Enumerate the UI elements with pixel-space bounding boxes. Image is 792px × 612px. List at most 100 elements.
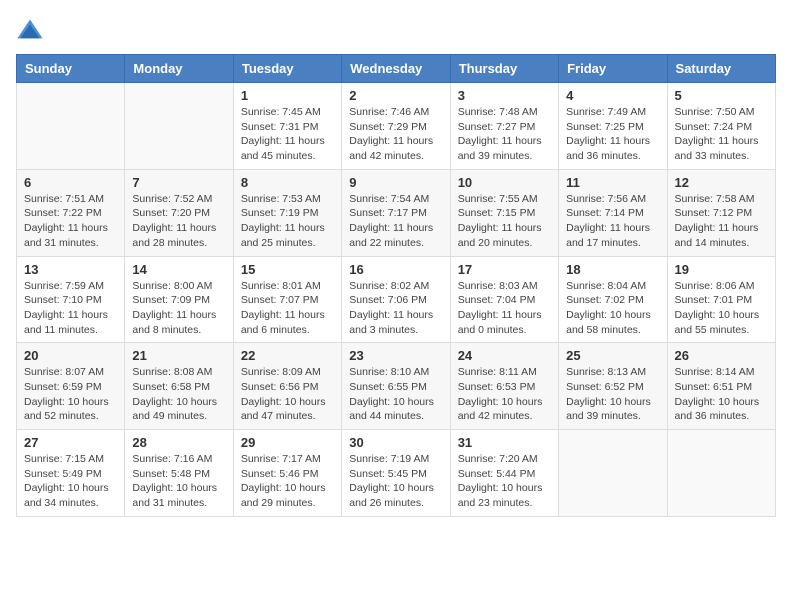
day-cell: 21 Sunrise: 8:08 AM Sunset: 6:58 PM Dayli… — [125, 343, 233, 430]
logo-icon — [16, 16, 44, 44]
day-number: 21 — [132, 348, 225, 363]
day-number: 27 — [24, 435, 117, 450]
day-info: Sunrise: 8:11 AM Sunset: 6:53 PM Dayligh… — [458, 365, 551, 424]
day-cell: 23 Sunrise: 8:10 AM Sunset: 6:55 PM Dayli… — [342, 343, 450, 430]
day-number: 15 — [241, 262, 334, 277]
day-info: Sunrise: 8:13 AM Sunset: 6:52 PM Dayligh… — [566, 365, 659, 424]
calendar-header: SundayMondayTuesdayWednesdayThursdayFrid… — [17, 55, 776, 83]
day-info: Sunrise: 7:53 AM Sunset: 7:19 PM Dayligh… — [241, 192, 334, 251]
header-cell-wednesday: Wednesday — [342, 55, 450, 83]
header-row: SundayMondayTuesdayWednesdayThursdayFrid… — [17, 55, 776, 83]
day-number: 7 — [132, 175, 225, 190]
day-number: 1 — [241, 88, 334, 103]
week-row-3: 13 Sunrise: 7:59 AM Sunset: 7:10 PM Dayli… — [17, 256, 776, 343]
day-cell: 3Sunrise: 7:48 AM Sunset: 7:27 PM Daylig… — [450, 83, 558, 170]
day-number: 2 — [349, 88, 442, 103]
day-cell: 20Sunrise: 8:07 AM Sunset: 6:59 PM Dayli… — [17, 343, 125, 430]
day-cell: 12Sunrise: 7:58 AM Sunset: 7:12 PM Dayli… — [667, 169, 775, 256]
day-cell: 24 Sunrise: 8:11 AM Sunset: 6:53 PM Dayli… — [450, 343, 558, 430]
day-number: 16 — [349, 262, 442, 277]
day-number: 22 — [241, 348, 334, 363]
day-cell: 25 Sunrise: 8:13 AM Sunset: 6:52 PM Dayli… — [559, 343, 667, 430]
day-number: 23 — [349, 348, 442, 363]
day-number: 18 — [566, 262, 659, 277]
day-number: 13 — [24, 262, 117, 277]
day-info: Sunrise: 8:01 AM Sunset: 7:07 PM Dayligh… — [241, 279, 334, 338]
day-number: 30 — [349, 435, 442, 450]
day-number: 17 — [458, 262, 551, 277]
day-cell: 18 Sunrise: 8:04 AM Sunset: 7:02 PM Dayli… — [559, 256, 667, 343]
day-info: Sunrise: 7:54 AM Sunset: 7:17 PM Dayligh… — [349, 192, 442, 251]
day-cell — [125, 83, 233, 170]
day-info: Sunrise: 7:51 AM Sunset: 7:22 PM Dayligh… — [24, 192, 117, 251]
day-info: Sunrise: 8:03 AM Sunset: 7:04 PM Dayligh… — [458, 279, 551, 338]
header-cell-saturday: Saturday — [667, 55, 775, 83]
day-info: Sunrise: 8:10 AM Sunset: 6:55 PM Dayligh… — [349, 365, 442, 424]
week-row-1: 1 Sunrise: 7:45 AM Sunset: 7:31 PM Daylig… — [17, 83, 776, 170]
day-number: 5 — [675, 88, 768, 103]
day-number: 4 — [566, 88, 659, 103]
week-row-5: 27 Sunrise: 7:15 AM Sunset: 5:49 PM Dayli… — [17, 430, 776, 517]
day-info: Sunrise: 7:59 AM Sunset: 7:10 PM Dayligh… — [24, 279, 117, 338]
day-cell — [667, 430, 775, 517]
day-info: Sunrise: 8:04 AM Sunset: 7:02 PM Dayligh… — [566, 279, 659, 338]
day-cell: 22Sunrise: 8:09 AM Sunset: 6:56 PM Dayli… — [233, 343, 341, 430]
day-cell: 19 Sunrise: 8:06 AM Sunset: 7:01 PM Dayli… — [667, 256, 775, 343]
day-number: 25 — [566, 348, 659, 363]
header-cell-tuesday: Tuesday — [233, 55, 341, 83]
day-number: 26 — [675, 348, 768, 363]
day-number: 31 — [458, 435, 551, 450]
day-info: Sunrise: 7:46 AM Sunset: 7:29 PM Dayligh… — [349, 105, 442, 164]
day-info: Sunrise: 7:15 AM Sunset: 5:49 PM Dayligh… — [24, 452, 117, 511]
day-cell: 7 Sunrise: 7:52 AM Sunset: 7:20 PM Daylig… — [125, 169, 233, 256]
day-cell: 16Sunrise: 8:02 AM Sunset: 7:06 PM Dayli… — [342, 256, 450, 343]
day-cell: 5 Sunrise: 7:50 AM Sunset: 7:24 PM Daylig… — [667, 83, 775, 170]
header-cell-monday: Monday — [125, 55, 233, 83]
day-number: 12 — [675, 175, 768, 190]
day-number: 8 — [241, 175, 334, 190]
day-number: 19 — [675, 262, 768, 277]
day-cell: 13 Sunrise: 7:59 AM Sunset: 7:10 PM Dayli… — [17, 256, 125, 343]
day-info: Sunrise: 8:07 AM Sunset: 6:59 PM Dayligh… — [24, 365, 117, 424]
day-number: 11 — [566, 175, 659, 190]
day-info: Sunrise: 8:00 AM Sunset: 7:09 PM Dayligh… — [132, 279, 225, 338]
day-cell: 14 Sunrise: 8:00 AM Sunset: 7:09 PM Dayli… — [125, 256, 233, 343]
day-info: Sunrise: 7:52 AM Sunset: 7:20 PM Dayligh… — [132, 192, 225, 251]
day-number: 10 — [458, 175, 551, 190]
day-cell: 26Sunrise: 8:14 AM Sunset: 6:51 PM Dayli… — [667, 343, 775, 430]
day-info: Sunrise: 7:50 AM Sunset: 7:24 PM Dayligh… — [675, 105, 768, 164]
day-number: 24 — [458, 348, 551, 363]
header-cell-friday: Friday — [559, 55, 667, 83]
day-cell: 28Sunrise: 7:16 AM Sunset: 5:48 PM Dayli… — [125, 430, 233, 517]
day-number: 29 — [241, 435, 334, 450]
day-number: 14 — [132, 262, 225, 277]
day-cell: 6 Sunrise: 7:51 AM Sunset: 7:22 PM Daylig… — [17, 169, 125, 256]
header-cell-sunday: Sunday — [17, 55, 125, 83]
day-cell: 9Sunrise: 7:54 AM Sunset: 7:17 PM Daylig… — [342, 169, 450, 256]
day-cell — [17, 83, 125, 170]
day-info: Sunrise: 8:06 AM Sunset: 7:01 PM Dayligh… — [675, 279, 768, 338]
day-cell: 2 Sunrise: 7:46 AM Sunset: 7:29 PM Daylig… — [342, 83, 450, 170]
day-number: 6 — [24, 175, 117, 190]
day-info: Sunrise: 7:20 AM Sunset: 5:44 PM Dayligh… — [458, 452, 551, 511]
day-cell — [559, 430, 667, 517]
day-cell: 27 Sunrise: 7:15 AM Sunset: 5:49 PM Dayli… — [17, 430, 125, 517]
week-row-2: 6 Sunrise: 7:51 AM Sunset: 7:22 PM Daylig… — [17, 169, 776, 256]
day-info: Sunrise: 7:56 AM Sunset: 7:14 PM Dayligh… — [566, 192, 659, 251]
day-info: Sunrise: 7:19 AM Sunset: 5:45 PM Dayligh… — [349, 452, 442, 511]
day-cell: 1 Sunrise: 7:45 AM Sunset: 7:31 PM Daylig… — [233, 83, 341, 170]
day-cell: 17 Sunrise: 8:03 AM Sunset: 7:04 PM Dayli… — [450, 256, 558, 343]
day-number: 28 — [132, 435, 225, 450]
day-info: Sunrise: 8:08 AM Sunset: 6:58 PM Dayligh… — [132, 365, 225, 424]
day-info: Sunrise: 7:55 AM Sunset: 7:15 PM Dayligh… — [458, 192, 551, 251]
day-cell: 15 Sunrise: 8:01 AM Sunset: 7:07 PM Dayli… — [233, 256, 341, 343]
day-info: Sunrise: 7:49 AM Sunset: 7:25 PM Dayligh… — [566, 105, 659, 164]
calendar-table: SundayMondayTuesdayWednesdayThursdayFrid… — [16, 54, 776, 517]
day-cell: 30 Sunrise: 7:19 AM Sunset: 5:45 PM Dayli… — [342, 430, 450, 517]
day-cell: 29 Sunrise: 7:17 AM Sunset: 5:46 PM Dayli… — [233, 430, 341, 517]
day-info: Sunrise: 7:45 AM Sunset: 7:31 PM Dayligh… — [241, 105, 334, 164]
calendar-body: 1 Sunrise: 7:45 AM Sunset: 7:31 PM Daylig… — [17, 83, 776, 517]
day-cell: 11 Sunrise: 7:56 AM Sunset: 7:14 PM Dayli… — [559, 169, 667, 256]
day-cell: 31 Sunrise: 7:20 AM Sunset: 5:44 PM Dayli… — [450, 430, 558, 517]
day-info: Sunrise: 7:17 AM Sunset: 5:46 PM Dayligh… — [241, 452, 334, 511]
